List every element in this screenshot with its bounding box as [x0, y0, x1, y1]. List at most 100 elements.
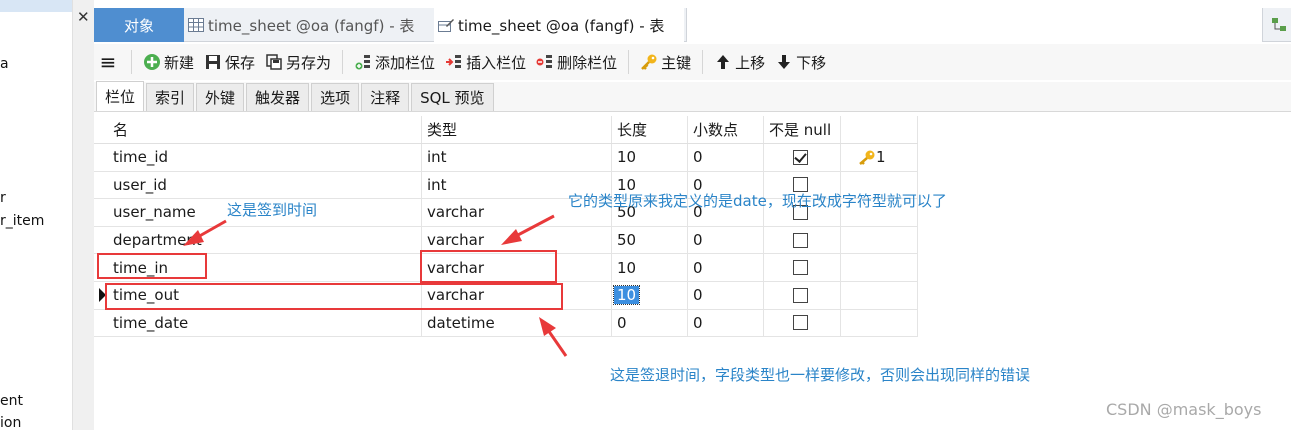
row-marker [94, 172, 108, 199]
key-cell[interactable] [841, 281, 918, 309]
primary-key-button[interactable]: 主键 [635, 48, 696, 76]
navigator-pane: a r r_item ent ion [0, 0, 72, 430]
menu-button[interactable]: ≡ [94, 48, 125, 76]
field-decimal-cell[interactable]: 0 [688, 144, 764, 171]
annotation-type-change: 它的类型原来我定义的是date，现在改成字符型就可以了 [568, 192, 947, 210]
tab-fields[interactable]: 栏位 [96, 81, 145, 111]
navigator-item[interactable]: r_item [0, 213, 44, 229]
not-null-checkbox[interactable] [793, 315, 808, 331]
field-length-editing[interactable]: 10 [612, 285, 641, 306]
header-key[interactable] [841, 116, 918, 143]
move-down-label: 下移 [796, 53, 827, 72]
field-type-cell[interactable]: datetime [422, 309, 612, 337]
design-toolbar: ≡ 新建 保存 另存为 添加栏位 插入栏位 删除栏位 主键 上移 下移 [94, 44, 1291, 80]
tab-triggers[interactable]: 触发器 [246, 83, 310, 111]
tab-objects-label: 对象 [123, 16, 154, 35]
navigator-item[interactable]: r [0, 190, 6, 206]
add-field-icon [354, 53, 372, 71]
tab-strip-empty-area [686, 8, 1263, 42]
field-length-cell[interactable]: 10 [612, 144, 688, 171]
field-length-cell[interactable]: 0 [612, 309, 688, 337]
field-name-cell[interactable]: department [108, 226, 422, 254]
highlight-time-out-row [105, 283, 563, 310]
design-subtabs: 栏位 索引 外键 触发器 选项 注释 SQL 预览 [94, 81, 1291, 112]
save-button[interactable]: 保存 [199, 48, 260, 76]
field-decimal-cell[interactable]: 0 [688, 226, 764, 254]
tab-options[interactable]: 选项 [311, 83, 360, 111]
not-null-checkbox[interactable] [793, 149, 808, 165]
tab-table-design-label: time_sheet @oa (fangf) - 表 [458, 16, 665, 35]
new-button[interactable]: 新建 [138, 48, 199, 76]
delete-field-button[interactable]: 删除栏位 [531, 48, 622, 76]
toolbar-separator [342, 50, 344, 74]
tab-sql-preview[interactable]: SQL 预览 [411, 83, 494, 111]
key-order: 1 [876, 148, 886, 167]
table-row[interactable]: time_date datetime 0 0 [94, 309, 918, 338]
insert-field-button[interactable]: 插入栏位 [440, 48, 531, 76]
arrow-down-icon [775, 53, 793, 71]
object-tree-icon[interactable] [1271, 17, 1287, 33]
not-null-checkbox[interactable] [793, 232, 808, 248]
not-null-checkbox[interactable] [793, 260, 808, 276]
tab-comments[interactable]: 注释 [361, 83, 410, 111]
field-length-cell[interactable]: 10 [612, 254, 688, 281]
save-as-label: 另存为 [286, 53, 332, 72]
table-row[interactable]: time_id int 10 0 1 [94, 144, 918, 172]
new-label: 新建 [164, 53, 195, 72]
move-up-label: 上移 [735, 53, 766, 72]
navigator-selected-strip [0, 0, 72, 12]
header-length[interactable]: 长度 [612, 116, 688, 143]
field-length-cell[interactable]: 50 [612, 226, 688, 254]
header-name[interactable]: 名 [108, 116, 422, 143]
toolbar-separator [702, 50, 704, 74]
highlight-time-in-type [420, 250, 557, 283]
header-not-null[interactable]: 不是 null [764, 116, 841, 143]
tab-objects[interactable]: 对象 [94, 8, 184, 42]
field-name-cell[interactable]: time_date [108, 309, 422, 337]
not-null-cell [764, 254, 841, 281]
field-type-cell[interactable]: int [422, 144, 612, 171]
highlight-time-in-name [97, 253, 207, 279]
save-disk-icon [204, 53, 222, 71]
table-design-icon [438, 18, 454, 32]
tab-table-design[interactable]: time_sheet @oa (fangf) - 表 [434, 8, 684, 42]
primary-key-label: 主键 [661, 53, 692, 72]
field-name-cell[interactable]: time_id [108, 144, 422, 171]
not-null-cell [764, 144, 841, 171]
navigator-item[interactable]: a [0, 56, 9, 72]
header-decimal[interactable]: 小数点 [688, 116, 764, 143]
field-length-cell[interactable]: 10 [612, 281, 688, 309]
field-decimal-cell[interactable]: 0 [688, 281, 764, 309]
key-cell[interactable] [841, 309, 918, 337]
field-name-cell[interactable]: user_id [108, 171, 422, 199]
field-decimal-cell[interactable]: 0 [688, 254, 764, 281]
annotation-sign-out: 这是签退时间，字段类型也一样要修改，否则会出现同样的错误 [610, 366, 1031, 384]
field-decimal-cell[interactable]: 0 [688, 309, 764, 337]
primary-key-icon [858, 149, 876, 166]
grid-header-row: 名 类型 长度 小数点 不是 null [94, 116, 918, 144]
tab-foreign-keys[interactable]: 外键 [196, 83, 245, 111]
not-null-cell [764, 281, 841, 309]
not-null-checkbox[interactable] [793, 287, 808, 303]
add-field-button[interactable]: 添加栏位 [349, 48, 440, 76]
navigator-scrollbar[interactable]: ✕ [72, 0, 94, 430]
move-down-button[interactable]: 下移 [770, 48, 831, 76]
tab-table-data[interactable]: time_sheet @oa (fangf) - 表 [188, 8, 432, 42]
tab-indexes[interactable]: 索引 [146, 83, 195, 111]
navigator-item[interactable]: ent [0, 393, 23, 409]
save-as-button[interactable]: 另存为 [260, 48, 336, 76]
new-plus-icon [143, 53, 161, 71]
row-marker [94, 310, 108, 337]
navigator-item[interactable]: ion [0, 415, 21, 430]
hamburger-icon: ≡ [99, 50, 117, 74]
key-cell[interactable] [841, 226, 918, 254]
header-type[interactable]: 类型 [422, 116, 612, 143]
delete-field-label: 删除栏位 [557, 53, 618, 72]
insert-field-label: 插入栏位 [466, 53, 527, 72]
annotation-sign-in: 这是签到时间 [227, 201, 318, 219]
row-marker [94, 144, 108, 171]
move-up-button[interactable]: 上移 [709, 48, 770, 76]
save-as-icon [265, 53, 283, 71]
close-icon[interactable]: ✕ [77, 8, 90, 26]
key-cell[interactable] [841, 254, 918, 281]
